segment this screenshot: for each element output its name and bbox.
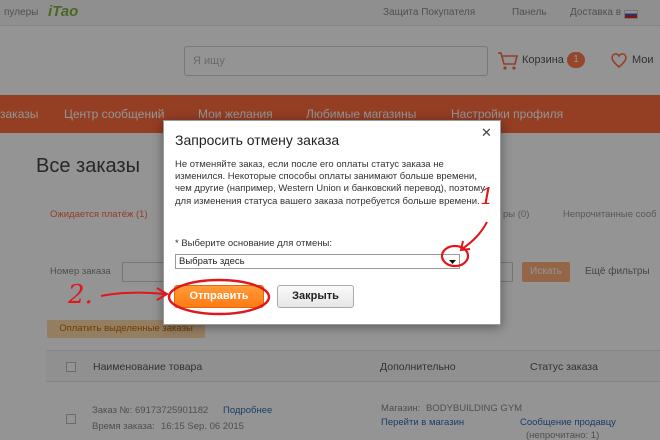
send-button[interactable]: Отправить (174, 285, 264, 308)
cancel-reason-value: Выбрать здесь (179, 256, 245, 267)
cancel-reason-select[interactable]: Выбрать здесь (175, 254, 460, 269)
cancel-order-dialog: Запросить отмену заказа ✕ Не отменяйте з… (163, 120, 501, 325)
dropdown-arrow-icon[interactable] (447, 256, 458, 267)
dialog-title: Запросить отмену заказа (175, 132, 340, 148)
dialog-info-text: Не отменяйте заказ, если после его оплат… (175, 159, 485, 207)
annotation-mark-1: 1 (480, 185, 494, 210)
close-button[interactable]: Закрыть (277, 285, 354, 308)
annotation-mark-2: 2. (68, 280, 93, 310)
close-icon[interactable]: ✕ (481, 125, 492, 141)
cancel-reason-label: * Выберите основание для отмены: (175, 238, 332, 249)
